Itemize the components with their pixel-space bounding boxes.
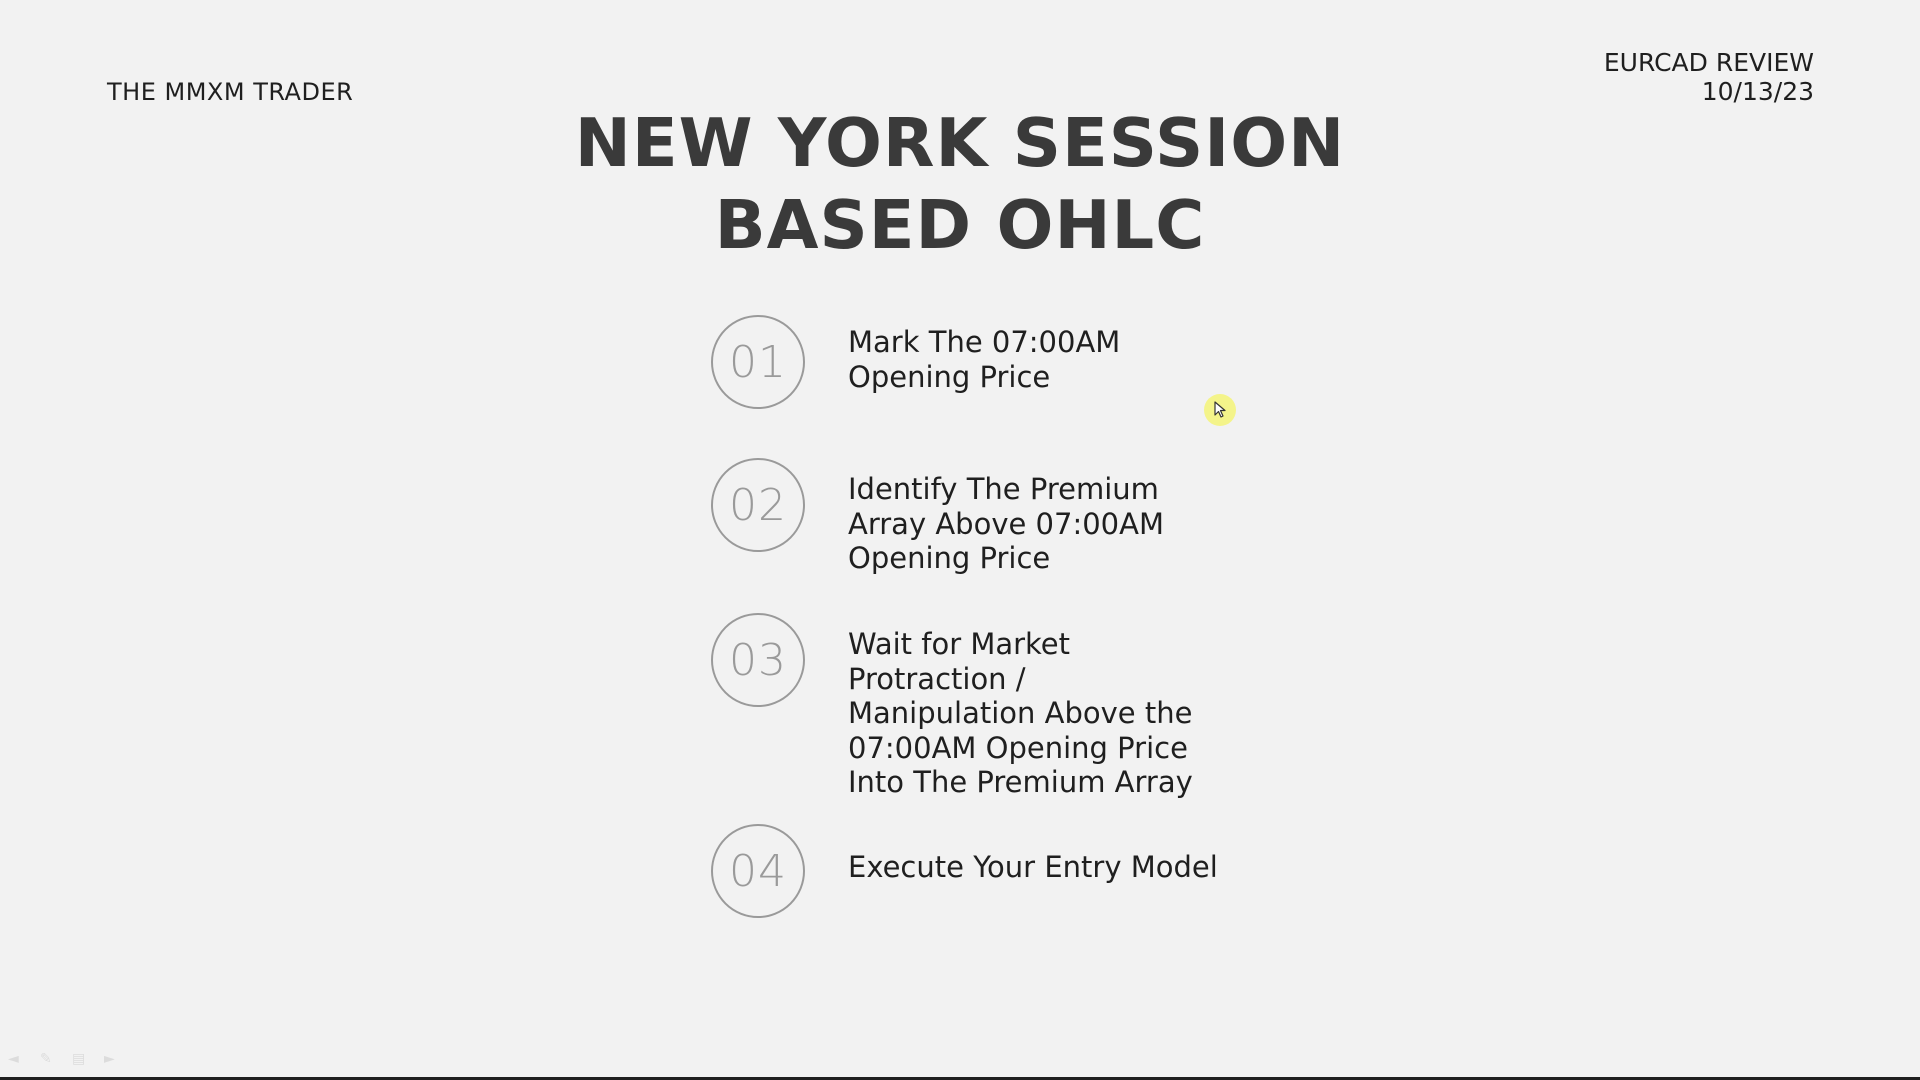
pointer-cursor-icon [1214, 401, 1226, 418]
step-text: Execute Your Entry Model [848, 850, 1218, 884]
slides-icon[interactable]: ▤ [72, 1052, 90, 1066]
presentation-slide: THE MMXM TRADER EURCAD REVIEW 10/13/23 N… [0, 0, 1920, 1077]
step-number-badge: 02 [711, 458, 805, 552]
forward-arrow-icon[interactable]: ► [104, 1052, 122, 1066]
step-text: Mark The 07:00AM Opening Price [848, 325, 1121, 394]
step-number-badge: 04 [711, 824, 805, 918]
slideshow-toolbar: ◄ ✎ ▤ ► [8, 1052, 122, 1066]
slide-title: NEW YORK SESSION BASED OHLC [0, 102, 1920, 266]
slide-title-line-1: NEW YORK SESSION [574, 104, 1346, 182]
step-number-badge: 01 [711, 315, 805, 409]
pen-icon[interactable]: ✎ [40, 1052, 58, 1066]
mouse-cursor-highlight [1204, 394, 1236, 426]
step-text: Wait for Market Protraction / Manipulati… [848, 627, 1193, 799]
back-arrow-icon[interactable]: ◄ [8, 1052, 26, 1066]
review-title: EURCAD REVIEW [1603, 48, 1814, 77]
step-number-badge: 03 [711, 613, 805, 707]
review-header: EURCAD REVIEW 10/13/23 [1604, 48, 1814, 106]
slide-title-line-2: BASED OHLC [714, 186, 1206, 264]
step-text: Identify The Premium Array Above 07:00AM… [848, 472, 1164, 575]
